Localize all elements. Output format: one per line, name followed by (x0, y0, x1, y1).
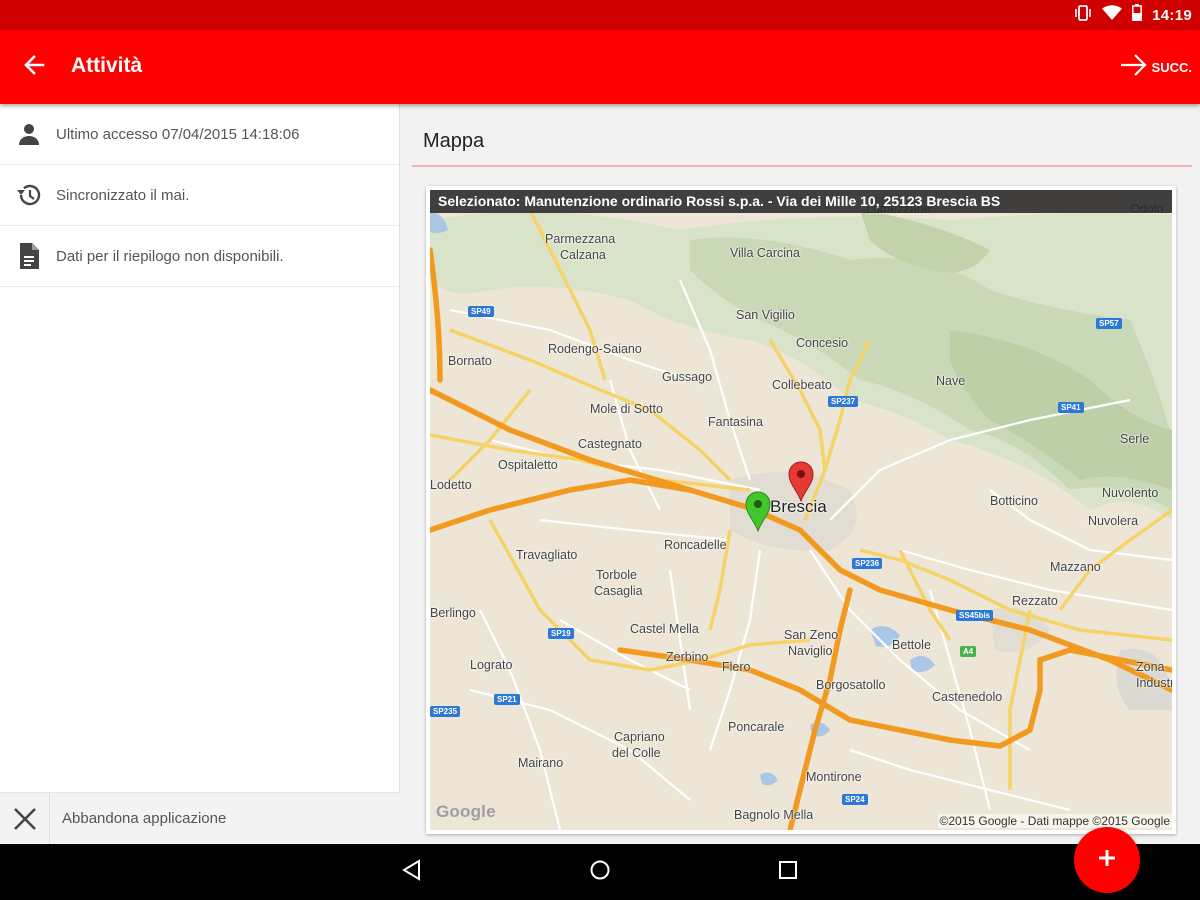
sync-text: Sincronizzato il mai. (56, 186, 190, 204)
nav-back-button[interactable] (382, 844, 442, 900)
map-label: Collebeato (772, 378, 832, 392)
add-button[interactable] (1074, 827, 1140, 893)
nav-recents-button[interactable] (758, 844, 818, 900)
road-shield: SP57 (1096, 318, 1122, 329)
map-label: Borgosatollo (816, 678, 886, 692)
left-panel: Ultimo accesso 07/04/2015 14:18:06 Sincr… (0, 104, 400, 845)
map-label: Torbole (596, 568, 637, 582)
status-time: 14:19 (1152, 6, 1192, 24)
map-marker-green-icon[interactable] (744, 490, 772, 533)
map-label: Berlingo (430, 606, 476, 620)
map-label: Castegnato (578, 437, 642, 451)
nav-home-icon (589, 859, 611, 886)
selected-location-banner: Selezionato: Manutenzione ordinario Ross… (430, 190, 1172, 213)
status-bar: 14:19 (0, 0, 1200, 30)
next-button[interactable]: SUCC. (1120, 50, 1192, 84)
info-item-summary: Dati per il riepilogo non disponibili. (0, 226, 399, 287)
close-icon (0, 792, 50, 845)
map-label: Lograto (470, 658, 513, 672)
arrow-forward-icon (1120, 52, 1148, 83)
map-label: Rodengo-Saiano (548, 342, 642, 356)
back-button[interactable] (14, 50, 54, 84)
road-shield: SS45bis (956, 610, 994, 621)
map-label: Calzana (560, 248, 606, 262)
map-label: San Zeno (784, 628, 839, 642)
nav-home-button[interactable] (570, 844, 630, 900)
summary-text: Dati per il riepilogo non disponibili. (56, 247, 284, 265)
road-shield: SP237 (828, 396, 859, 407)
next-label: SUCC. (1151, 59, 1192, 75)
road-shield: SP19 (548, 628, 574, 639)
map-label: Ospitaletto (498, 458, 558, 472)
road-shield: SP236 (852, 558, 883, 569)
map-label: Serle (1120, 432, 1150, 446)
info-item-sync: Sincronizzato il mai. (0, 165, 399, 226)
map-label: Nuvolento (1102, 486, 1159, 500)
section-divider (412, 165, 1192, 167)
map-label: Mole di Sotto (590, 402, 663, 416)
map-label: Montirone (806, 770, 862, 784)
map-label: Bornato (448, 354, 492, 368)
map-card: Selezionato: Manutenzione ordinario Ross… (426, 186, 1176, 893)
exit-app-button[interactable]: Abbandona applicazione (0, 792, 400, 845)
map-label: Rezzato (1012, 594, 1058, 608)
map-label: Villa Carcina (730, 246, 800, 260)
road-shield: SP49 (468, 306, 494, 317)
person-icon (14, 119, 44, 149)
map-label: Zona (1136, 660, 1165, 674)
road-shield: A4 (960, 646, 977, 657)
page-title: Attività (71, 54, 143, 77)
map-marker-red-icon[interactable] (787, 460, 815, 503)
map-label: Castenedolo (932, 690, 1003, 704)
status-icons: 14:19 (1074, 0, 1192, 30)
map-label: Fantasina (708, 415, 763, 429)
road-shield: SP41 (1058, 402, 1084, 413)
map-label: Mazzano (1050, 560, 1101, 574)
map-label: San Vigilio (736, 308, 795, 322)
map-label: Poncarale (728, 720, 785, 734)
map-label: Industri (1136, 676, 1172, 690)
vibrate-icon (1074, 4, 1092, 26)
map-label: Concesio (796, 336, 849, 350)
nav-back-icon (401, 858, 423, 886)
map-label: Nuvolera (1088, 514, 1139, 528)
map-label: Lodetto (430, 478, 472, 492)
map-copyright: ©2015 Google - Dati mappe ©2015 Google (937, 814, 1172, 828)
map-label: Bagnolo Mella (734, 808, 814, 822)
app-bar: Attività SUCC. (0, 30, 1200, 104)
last-access-text: Ultimo accesso 07/04/2015 14:18:06 (56, 125, 300, 143)
section-title: Mappa (423, 130, 485, 152)
history-icon (14, 180, 44, 210)
map-label: Casaglia (594, 584, 643, 598)
navigation-bar (0, 844, 1200, 900)
map-label: Naviglio (788, 644, 833, 658)
map-view[interactable]: Selezionato: Manutenzione ordinario Ross… (430, 190, 1172, 830)
wifi-icon (1102, 4, 1123, 26)
road-shield: SP21 (494, 694, 520, 705)
nav-recents-icon (778, 860, 798, 885)
map-label: Botticino (990, 494, 1038, 508)
arrow-back-icon (23, 54, 45, 81)
exit-label: Abbandona applicazione (62, 810, 227, 827)
document-icon (14, 241, 44, 271)
info-item-last-access: Ultimo accesso 07/04/2015 14:18:06 (0, 104, 399, 165)
map-label: Nave (936, 374, 966, 388)
map-label: del Colle (612, 746, 661, 760)
map-label: Castel Mella (630, 622, 699, 636)
road-shield: SP235 (430, 706, 461, 717)
map-label: Roncadelle (664, 538, 727, 552)
right-panel: Mappa Selezionato: Manutenzione ordinari… (400, 104, 1200, 893)
map-label: Bettole (892, 638, 931, 652)
map-label: Flero (722, 660, 751, 674)
road-shield: SP24 (842, 794, 868, 805)
map-label: Capriano (614, 730, 665, 744)
map-label: Parmezzana (545, 232, 616, 246)
map-label: Travagliato (516, 548, 578, 562)
google-logo: Google (436, 802, 496, 821)
map-label: Mairano (518, 756, 564, 770)
battery-icon (1132, 4, 1143, 26)
map-label: Zerbino (666, 650, 709, 664)
add-icon (1097, 848, 1117, 873)
map-label: Gussago (662, 370, 713, 384)
